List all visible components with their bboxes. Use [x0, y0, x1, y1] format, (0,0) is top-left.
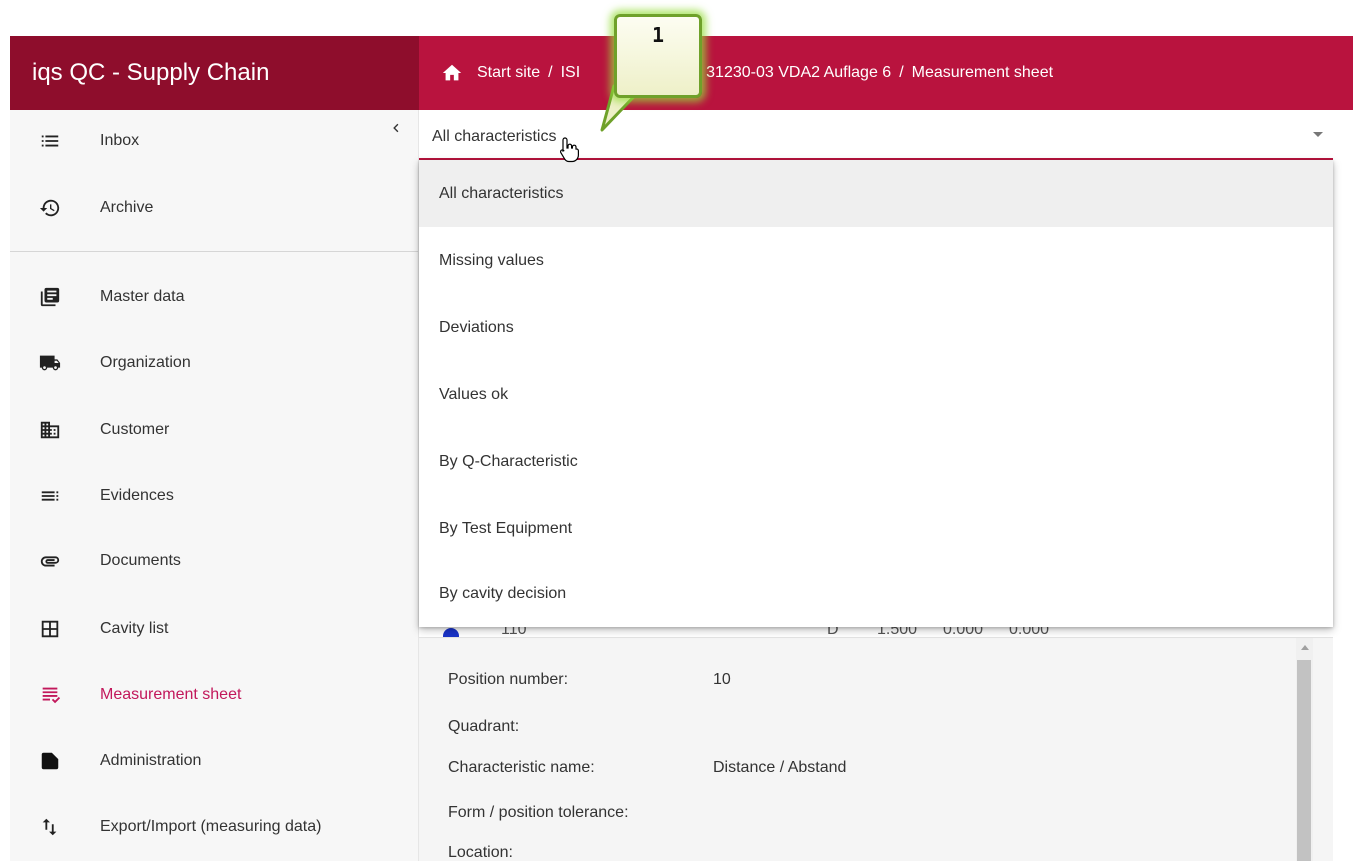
sidebar-item-label: Documents [100, 552, 181, 569]
note-icon [38, 749, 62, 773]
breadcrumb-measurement-sheet: Measurement sheet [911, 64, 1054, 81]
sidebar-item-label: Export/Import (measuring data) [100, 818, 322, 835]
status-dot-icon [443, 628, 459, 637]
detail-label: Characteristic name: [448, 759, 595, 776]
sidebar-item-label: Inbox [100, 132, 140, 149]
breadcrumb-document[interactable]: 31230-03 VDA2 Auflage 6 [706, 64, 891, 82]
scrollbar-thumb[interactable] [1297, 660, 1311, 861]
hand-cursor-icon [559, 137, 579, 163]
sidebar-item-cavity-list[interactable]: Cavity list [10, 604, 418, 654]
option-by-cavity-decision[interactable]: By cavity decision [419, 560, 1333, 627]
paperclip-icon [38, 549, 62, 573]
characteristics-filter-menu: All characteristics Missing values Devia… [419, 160, 1333, 627]
detail-label: Form / position tolerance: [448, 804, 629, 821]
sidebar-divider [10, 251, 418, 252]
sidebar-item-measurement-sheet[interactable]: Measurement sheet [10, 670, 418, 720]
business-icon [38, 418, 62, 442]
list-icon [38, 129, 62, 153]
truck-icon [38, 351, 62, 375]
sidebar-item-organization[interactable]: Organization [10, 338, 418, 388]
callout-number: 1 [614, 14, 702, 98]
history-icon [38, 196, 62, 220]
breadcrumb-separator: / [548, 64, 553, 81]
subject-icon [38, 484, 62, 508]
sidebar-item-evidences[interactable]: Evidences [10, 471, 418, 521]
sidebar-item-label: Measurement sheet [100, 686, 242, 703]
app-title: iqs QC - Supply Chain [10, 36, 419, 110]
detail-label: Location: [448, 844, 513, 861]
sidebar-item-documents[interactable]: Documents [10, 536, 418, 586]
breadcrumb-separator: / [899, 64, 904, 81]
sidebar-item-customer[interactable]: Customer [10, 405, 418, 455]
grid-icon [38, 617, 62, 641]
library-books-icon [38, 285, 62, 309]
characteristics-filter-select[interactable]: All characteristics [419, 110, 1333, 160]
select-value: All characteristics [432, 128, 557, 145]
sidebar-item-label: Archive [100, 199, 154, 216]
home-icon[interactable] [441, 62, 463, 84]
app-title-text: iqs QC - Supply Chain [32, 59, 270, 86]
sidebar-item-archive[interactable]: Archive [10, 183, 418, 233]
breadcrumb: Start site / ISI 31230-03 VDA2 Auflage 6… [419, 36, 1353, 110]
dropdown-arrow-icon[interactable] [1313, 132, 1323, 137]
option-values-ok[interactable]: Values ok [419, 361, 1333, 428]
import-export-icon [38, 815, 62, 839]
sidebar-item-export-import[interactable]: Export/Import (measuring data) [10, 802, 418, 852]
sidebar-item-label: Administration [100, 752, 202, 769]
sidebar-item-inbox[interactable]: Inbox [10, 116, 418, 166]
sidebar-item-label: Customer [100, 421, 170, 438]
detail-value: 10 [713, 671, 731, 688]
option-missing-values[interactable]: Missing values [419, 227, 1333, 294]
scroll-up-icon[interactable] [1301, 645, 1309, 650]
option-deviations[interactable]: Deviations [419, 294, 1333, 361]
checklist-icon [38, 683, 62, 707]
sidebar-item-administration[interactable]: Administration [10, 736, 418, 786]
detail-value: Distance / Abstand [713, 759, 847, 776]
characteristic-details-panel: Position number: 10 Quadrant: Characteri… [419, 637, 1333, 861]
sidebar-item-label: Evidences [100, 487, 174, 504]
breadcrumb-start-site[interactable]: Start site [477, 64, 540, 82]
breadcrumb-isi[interactable]: ISI [561, 64, 581, 82]
option-all-characteristics[interactable]: All characteristics [419, 160, 1333, 227]
sidebar-item-master-data[interactable]: Master data [10, 272, 418, 322]
option-by-q-characteristic[interactable]: By Q-Characteristic [419, 428, 1333, 495]
callout: 1 [610, 10, 707, 100]
sidebar: Inbox Archive Master data Organization C… [10, 110, 419, 861]
detail-label: Position number: [448, 671, 569, 688]
sidebar-item-label: Organization [100, 354, 191, 371]
option-by-test-equipment[interactable]: By Test Equipment [419, 495, 1333, 562]
sidebar-item-label: Cavity list [100, 620, 169, 637]
sidebar-item-label: Master data [100, 288, 185, 305]
detail-label: Quadrant: [448, 718, 520, 735]
